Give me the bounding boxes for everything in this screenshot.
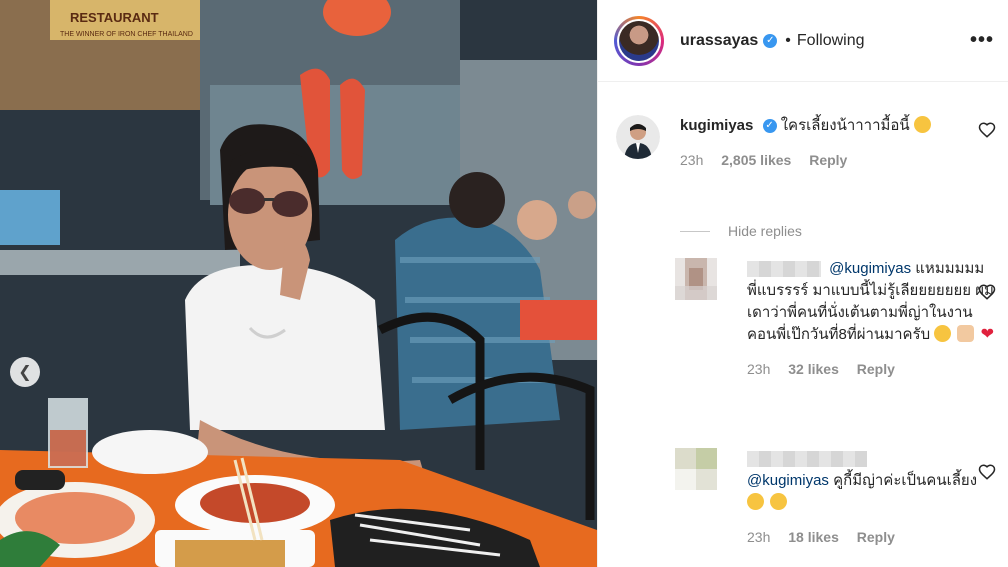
heart-icon[interactable] [978,283,996,301]
reply-likes[interactable]: 32 likes [788,361,839,377]
divider-line [680,230,710,232]
blurred-username [747,261,821,278]
winking-tongue-emoji-icon [913,116,931,133]
comment-time[interactable]: 23h [680,152,703,168]
reply-button[interactable]: Reply [809,152,847,168]
reply-time[interactable]: 23h [747,361,770,377]
reply-meta: 23h 32 likes Reply [747,358,995,380]
blurred-username [747,451,867,468]
mention-link[interactable]: @kugimiyas [829,260,911,277]
sign-title: RESTAURANT [70,10,159,25]
reply-avatar[interactable] [675,258,717,300]
mention-link[interactable]: @kugimiyas [747,472,829,489]
comment-likes[interactable]: 2,805 likes [721,152,791,168]
heart-icon[interactable] [978,463,996,481]
red-heart-emoji-icon: ❤ [980,326,995,343]
reply-item: @kugimiyas แหมมมมม พี่แบรรรร์ มาแบบนี้ไม… [675,258,996,380]
post-header: urassayas ✓ • Following ••• [598,0,1008,82]
reply-likes[interactable]: 18 likes [788,529,839,545]
restaurant-photo-illustration: RESTAURANT THE WINNER OF IRON CHEF THAIL… [0,0,597,567]
reply-meta: 23h 18 likes Reply [747,526,995,548]
reply-avatar[interactable] [675,448,717,490]
verified-badge-icon: ✓ [762,119,777,134]
laughing-emoji-icon [934,325,952,342]
hide-replies-button[interactable]: Hide replies [680,223,802,239]
reply-item: @kugimiyas คูกี้มีญ่าค่ะเป็นคนเลี้ยง 23h… [675,448,996,548]
author-username[interactable]: urassayas [680,32,758,50]
laughing-emoji-icon [770,493,788,510]
separator-dot: • [785,31,791,49]
author-avatar[interactable] [614,15,664,66]
reply-button[interactable]: Reply [857,529,895,545]
reply-button[interactable]: Reply [857,361,895,377]
reply-time[interactable]: 23h [747,529,770,545]
hide-replies-label: Hide replies [728,223,802,239]
previous-photo-button[interactable]: ❮ [10,357,40,387]
sign-text: THE WINNER OF IRON CHEF THAILAND [60,31,193,38]
comment: kugimiyas ✓ ใครเลี้ยงน้าาาามื้อนี้ 23h 2… [616,115,996,171]
ok-hand-emoji-icon [957,325,975,342]
comment-text: ใครเลี้ยงน้าาาามื้อนี้ [780,117,910,134]
commenter-avatar[interactable] [616,115,660,159]
post-photo: RESTAURANT THE WINNER OF IRON CHEF THAIL… [0,0,597,567]
chevron-left-icon: ❮ [18,364,32,381]
commenter-username[interactable]: kugimiyas [680,117,753,134]
following-button[interactable]: Following [797,32,865,50]
comments-panel: urassayas ✓ • Following ••• kugimiyas ✓ … [597,0,1008,567]
comment-meta: 23h 2,805 likes Reply [680,149,996,171]
verified-badge-icon: ✓ [763,33,778,48]
more-options-icon[interactable]: ••• [970,29,994,52]
pensive-emoji-icon [747,493,764,510]
reply-text: คูกี้มีญ่าค่ะเป็นคนเลี้ยง [833,472,978,489]
heart-icon[interactable] [978,121,996,139]
